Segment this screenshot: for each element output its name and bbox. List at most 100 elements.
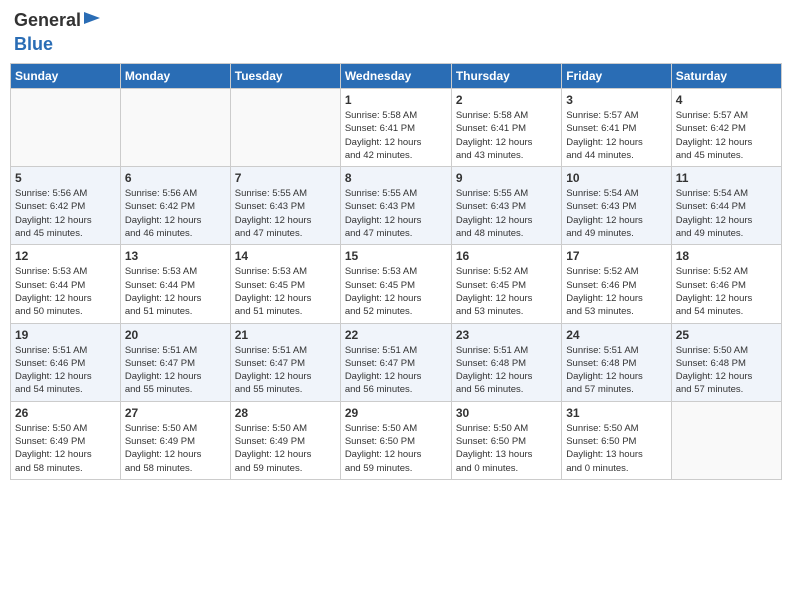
day-number: 24 (566, 328, 666, 342)
day-number: 23 (456, 328, 557, 342)
calendar-week-row: 26 Sunrise: 5:50 AM Sunset: 6:49 PM Dayli… (11, 401, 782, 479)
calendar-day-cell: 1Sunrise: 5:58 AM Sunset: 6:41 PM Daylig… (340, 89, 451, 167)
calendar-day-cell: 30 Sunrise: 5:50 AM Sunset: 6:50 PM Dayli… (451, 401, 561, 479)
day-number: 8 (345, 171, 447, 185)
day-info: Sunrise: 5:57 AM Sunset: 6:41 PM Dayligh… (566, 109, 666, 162)
day-info: Sunrise: 5:55 AM Sunset: 6:43 PM Dayligh… (345, 187, 447, 240)
day-number: 27 (125, 406, 226, 420)
calendar-day-cell (671, 401, 781, 479)
day-number: 18 (676, 249, 777, 263)
calendar-day-cell: 31 Sunrise: 5:50 AM Sunset: 6:50 PM Dayli… (562, 401, 671, 479)
calendar-day-cell: 7 Sunrise: 5:55 AM Sunset: 6:43 PM Daylig… (230, 167, 340, 245)
day-info: Sunrise: 5:52 AM Sunset: 6:46 PM Dayligh… (676, 265, 777, 318)
weekday-header-friday: Friday (562, 64, 671, 89)
day-number: 25 (676, 328, 777, 342)
day-number: 1 (345, 93, 447, 107)
calendar-week-row: 5Sunrise: 5:56 AM Sunset: 6:42 PM Daylig… (11, 167, 782, 245)
weekday-header-row: SundayMondayTuesdayWednesdayThursdayFrid… (11, 64, 782, 89)
weekday-header-saturday: Saturday (671, 64, 781, 89)
day-number: 13 (125, 249, 226, 263)
day-info: Sunrise: 5:57 AM Sunset: 6:42 PM Dayligh… (676, 109, 777, 162)
day-number: 28 (235, 406, 336, 420)
day-number: 16 (456, 249, 557, 263)
calendar-week-row: 1 Sunrise: 5:58 AM Sunset: 6:41 PM Daylig… (11, 89, 782, 167)
calendar-week-row: 12 Sunrise: 5:53 AM Sunset: 6:44 PM Dayli… (11, 245, 782, 323)
day-info: Sunrise: 5:51 AM Sunset: 6:46 PM Dayligh… (15, 344, 116, 397)
day-info: Sunrise: 5:53 AM Sunset: 6:45 PM Dayligh… (235, 265, 336, 318)
calendar-day-cell: 5Sunrise: 5:56 AM Sunset: 6:42 PM Daylig… (11, 167, 121, 245)
day-info: Sunrise: 5:50 AM Sunset: 6:50 PM Dayligh… (566, 422, 666, 475)
day-number: 21 (235, 328, 336, 342)
day-info: Sunrise: 5:50 AM Sunset: 6:49 PM Dayligh… (15, 422, 116, 475)
logo-flag-icon (82, 10, 106, 34)
day-info: Sunrise: 5:50 AM Sunset: 6:49 PM Dayligh… (235, 422, 336, 475)
calendar-day-cell: 16 Sunrise: 5:52 AM Sunset: 6:45 PM Dayli… (451, 245, 561, 323)
day-info: Sunrise: 5:51 AM Sunset: 6:48 PM Dayligh… (566, 344, 666, 397)
day-number: 7 (235, 171, 336, 185)
calendar-day-cell: 13 Sunrise: 5:53 AM Sunset: 6:44 PM Dayli… (120, 245, 230, 323)
day-info: Sunrise: 5:53 AM Sunset: 6:45 PM Dayligh… (345, 265, 447, 318)
day-info: Sunrise: 5:52 AM Sunset: 6:45 PM Dayligh… (456, 265, 557, 318)
logo-general: General (14, 10, 81, 30)
calendar-day-cell: 11Sunrise: 5:54 AM Sunset: 6:44 PM Dayli… (671, 167, 781, 245)
day-info: Sunrise: 5:50 AM Sunset: 6:49 PM Dayligh… (125, 422, 226, 475)
calendar-day-cell: 8 Sunrise: 5:55 AM Sunset: 6:43 PM Daylig… (340, 167, 451, 245)
calendar-day-cell: 24 Sunrise: 5:51 AM Sunset: 6:48 PM Dayli… (562, 323, 671, 401)
day-info: Sunrise: 5:51 AM Sunset: 6:47 PM Dayligh… (345, 344, 447, 397)
calendar-day-cell: 20 Sunrise: 5:51 AM Sunset: 6:47 PM Dayli… (120, 323, 230, 401)
calendar-day-cell (120, 89, 230, 167)
day-info: Sunrise: 5:53 AM Sunset: 6:44 PM Dayligh… (125, 265, 226, 318)
calendar-day-cell: 29 Sunrise: 5:50 AM Sunset: 6:50 PM Dayli… (340, 401, 451, 479)
day-number: 31 (566, 406, 666, 420)
weekday-header-sunday: Sunday (11, 64, 121, 89)
day-number: 29 (345, 406, 447, 420)
calendar-day-cell: 9Sunrise: 5:55 AM Sunset: 6:43 PM Daylig… (451, 167, 561, 245)
logo-block: General Blue (14, 10, 107, 55)
calendar-day-cell (11, 89, 121, 167)
calendar-day-cell: 28 Sunrise: 5:50 AM Sunset: 6:49 PM Dayli… (230, 401, 340, 479)
day-number: 11 (676, 171, 777, 185)
day-info: Sunrise: 5:50 AM Sunset: 6:50 PM Dayligh… (345, 422, 447, 475)
calendar-day-cell: 21 Sunrise: 5:51 AM Sunset: 6:47 PM Dayli… (230, 323, 340, 401)
calendar-day-cell: 14Sunrise: 5:53 AM Sunset: 6:45 PM Dayli… (230, 245, 340, 323)
day-info: Sunrise: 5:51 AM Sunset: 6:47 PM Dayligh… (125, 344, 226, 397)
day-number: 2 (456, 93, 557, 107)
day-info: Sunrise: 5:55 AM Sunset: 6:43 PM Dayligh… (235, 187, 336, 240)
weekday-header-wednesday: Wednesday (340, 64, 451, 89)
logo-blue: Blue (14, 34, 53, 54)
calendar-day-cell: 23 Sunrise: 5:51 AM Sunset: 6:48 PM Dayli… (451, 323, 561, 401)
calendar-week-row: 19 Sunrise: 5:51 AM Sunset: 6:46 PM Dayli… (11, 323, 782, 401)
day-number: 3 (566, 93, 666, 107)
day-info: Sunrise: 5:54 AM Sunset: 6:43 PM Dayligh… (566, 187, 666, 240)
day-number: 10 (566, 171, 666, 185)
day-number: 20 (125, 328, 226, 342)
page-header: General Blue (10, 10, 782, 55)
day-number: 15 (345, 249, 447, 263)
calendar-day-cell: 15 Sunrise: 5:53 AM Sunset: 6:45 PM Dayli… (340, 245, 451, 323)
day-number: 26 (15, 406, 116, 420)
weekday-header-tuesday: Tuesday (230, 64, 340, 89)
day-info: Sunrise: 5:50 AM Sunset: 6:50 PM Dayligh… (456, 422, 557, 475)
day-number: 4 (676, 93, 777, 107)
calendar-day-cell: 10 Sunrise: 5:54 AM Sunset: 6:43 PM Dayli… (562, 167, 671, 245)
day-info: Sunrise: 5:51 AM Sunset: 6:48 PM Dayligh… (456, 344, 557, 397)
calendar-day-cell: 26 Sunrise: 5:50 AM Sunset: 6:49 PM Dayli… (11, 401, 121, 479)
calendar-day-cell: 2 Sunrise: 5:58 AM Sunset: 6:41 PM Daylig… (451, 89, 561, 167)
day-info: Sunrise: 5:51 AM Sunset: 6:47 PM Dayligh… (235, 344, 336, 397)
day-info: Sunrise: 5:56 AM Sunset: 6:42 PM Dayligh… (125, 187, 226, 240)
logo: General Blue (14, 10, 107, 55)
weekday-header-thursday: Thursday (451, 64, 561, 89)
day-number: 30 (456, 406, 557, 420)
calendar-day-cell: 3 Sunrise: 5:57 AM Sunset: 6:41 PM Daylig… (562, 89, 671, 167)
calendar-day-cell: 17Sunrise: 5:52 AM Sunset: 6:46 PM Dayli… (562, 245, 671, 323)
calendar-table: SundayMondayTuesdayWednesdayThursdayFrid… (10, 63, 782, 480)
calendar-day-cell: 6Sunrise: 5:56 AM Sunset: 6:42 PM Daylig… (120, 167, 230, 245)
day-number: 12 (15, 249, 116, 263)
calendar-day-cell: 4 Sunrise: 5:57 AM Sunset: 6:42 PM Daylig… (671, 89, 781, 167)
weekday-header-monday: Monday (120, 64, 230, 89)
day-number: 22 (345, 328, 447, 342)
calendar-day-cell (230, 89, 340, 167)
day-info: Sunrise: 5:52 AM Sunset: 6:46 PM Dayligh… (566, 265, 666, 318)
day-number: 19 (15, 328, 116, 342)
day-info: Sunrise: 5:58 AM Sunset: 6:41 PM Dayligh… (456, 109, 557, 162)
